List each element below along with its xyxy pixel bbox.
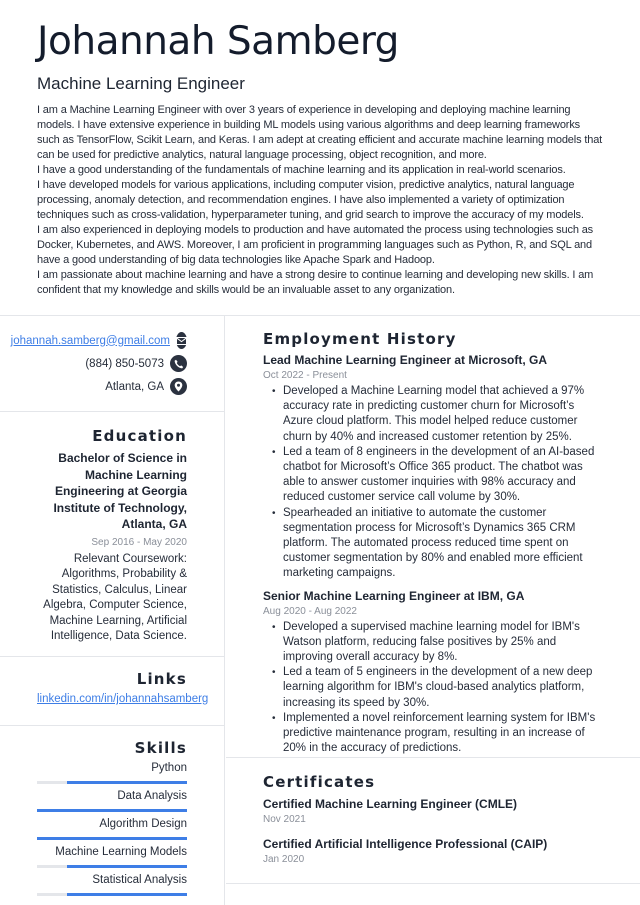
achievement-item: Implemented a novel reinforcement learni… xyxy=(272,711,603,757)
skill-item: Algorithm Design xyxy=(37,816,187,840)
summary-paragraph: I am a Machine Learning Engineer with ov… xyxy=(37,104,603,161)
skill-name: Statistical Analysis xyxy=(92,874,187,886)
job-dates: Oct 2022 - Present xyxy=(263,370,347,381)
certificates-list: Certified Machine Learning Engineer (CML… xyxy=(263,796,603,867)
envelope-icon xyxy=(176,332,187,349)
employment-heading: Employment History xyxy=(263,330,457,348)
resume-header: Johannah Samberg Machine Learning Engine… xyxy=(0,0,640,316)
skills-section: Skills Python Data Analysis Algorithm Desi… xyxy=(0,726,224,896)
summary-paragraph: I have developed models for various appl… xyxy=(37,179,584,221)
candidate-title: Machine Learning Engineer xyxy=(37,74,245,93)
skill-name: Data Analysis xyxy=(117,790,187,802)
linkedin-link[interactable]: linkedin.com/in/johannahsamberg xyxy=(37,693,208,705)
skill-level-bar xyxy=(37,809,187,812)
achievement-item: Spearheaded an initiative to automate th… xyxy=(272,506,603,582)
job-entry: Senior Machine Learning Engineer at IBM,… xyxy=(263,588,603,757)
certificate-name: Certified Machine Learning Engineer (CML… xyxy=(263,797,518,811)
achievement-item: Developed a supervised machine learning … xyxy=(272,620,603,666)
employment-section: Employment History Lead Machine Learning… xyxy=(226,316,640,758)
summary-paragraph: I am also experienced in deploying model… xyxy=(37,224,594,266)
job-entry: Lead Machine Learning Engineer at Micros… xyxy=(263,352,603,582)
skill-item: Python xyxy=(37,760,187,784)
skill-item: Machine Learning Models xyxy=(37,844,187,868)
contact-section: johannah.samberg@gmail.com (884) 850-507… xyxy=(0,316,224,412)
skill-level-bar xyxy=(37,865,187,868)
main-content: Employment History Lead Machine Learning… xyxy=(226,316,640,905)
job-achievements: Developed a supervised machine learning … xyxy=(263,620,603,757)
job-title: Senior Machine Learning Engineer at IBM,… xyxy=(263,588,525,603)
skill-level-fill xyxy=(37,837,187,840)
certificate-entry: Certified Machine Learning Engineer (CML… xyxy=(263,796,603,827)
education-section: Education Bachelor of Science in Machine… xyxy=(0,412,224,657)
job-dates: Aug 2020 - Aug 2022 xyxy=(263,605,357,617)
achievement-item: Led a team of 5 engineers in the develop… xyxy=(272,665,603,711)
certificate-entry: Certified Artificial Intelligence Profes… xyxy=(263,836,603,867)
contact-phone: (884) 850-5073 xyxy=(37,352,187,375)
email-link[interactable]: johannah.samberg@gmail.com xyxy=(11,335,170,347)
certificate-name: Certified Artificial Intelligence Profes… xyxy=(263,837,548,851)
education-dates: Sep 2016 - May 2020 xyxy=(91,536,187,548)
certificate-date: Nov 2021 xyxy=(263,814,306,825)
certificates-section: Certificates Certified Machine Learning … xyxy=(226,758,640,884)
skill-level-fill xyxy=(67,865,187,868)
skills-heading: Skills xyxy=(134,739,187,757)
skill-item: Data Analysis xyxy=(37,788,187,812)
certificate-date: Jan 2020 xyxy=(263,854,305,865)
skill-level-fill xyxy=(67,781,187,784)
location-text: Atlanta, GA xyxy=(105,380,164,393)
sidebar: johannah.samberg@gmail.com (884) 850-507… xyxy=(0,316,225,905)
certificates-heading: Certificates xyxy=(263,773,376,791)
links-heading: Links xyxy=(136,670,187,688)
achievement-item: Led a team of 8 engineers in the develop… xyxy=(272,445,603,506)
education-degree: Bachelor of Science in Machine Learning … xyxy=(53,451,187,531)
skill-level-bar xyxy=(37,893,187,896)
skill-name: Algorithm Design xyxy=(99,818,187,830)
candidate-name: Johannah Samberg xyxy=(37,19,399,64)
summary-paragraph: I have a good understanding of the funda… xyxy=(37,164,566,176)
education-heading: Education xyxy=(92,427,187,445)
skill-name: Machine Learning Models xyxy=(55,846,187,858)
contact-email: johannah.samberg@gmail.com xyxy=(11,329,187,352)
skill-level-bar xyxy=(37,781,187,784)
jobs-list: Lead Machine Learning Engineer at Micros… xyxy=(263,352,603,756)
summary-paragraph: I am passionate about machine learning a… xyxy=(37,269,594,296)
phone-icon xyxy=(170,355,187,372)
job-title: Lead Machine Learning Engineer at Micros… xyxy=(263,353,548,367)
skill-item: Statistical Analysis xyxy=(37,872,187,896)
achievement-item: Developed a Machine Learning model that … xyxy=(272,384,603,445)
skill-level-fill xyxy=(67,893,187,896)
contact-location: Atlanta, GA xyxy=(37,375,187,398)
profile-summary: I am a Machine Learning Engineer with ov… xyxy=(37,103,603,298)
skill-level-bar xyxy=(37,837,187,840)
map-pin-icon xyxy=(170,378,187,395)
education-description: Relevant Coursework: Algorithms, Probabi… xyxy=(43,552,187,643)
skills-list: Python Data Analysis Algorithm Design Machi… xyxy=(37,760,187,896)
links-section: Links linkedin.com/in/johannahsamberg xyxy=(0,657,224,726)
phone-number: (884) 850-5073 xyxy=(85,357,164,370)
skill-level-fill xyxy=(37,809,187,812)
skill-name: Python xyxy=(151,762,187,774)
job-achievements: Developed a Machine Learning model that … xyxy=(263,384,603,582)
